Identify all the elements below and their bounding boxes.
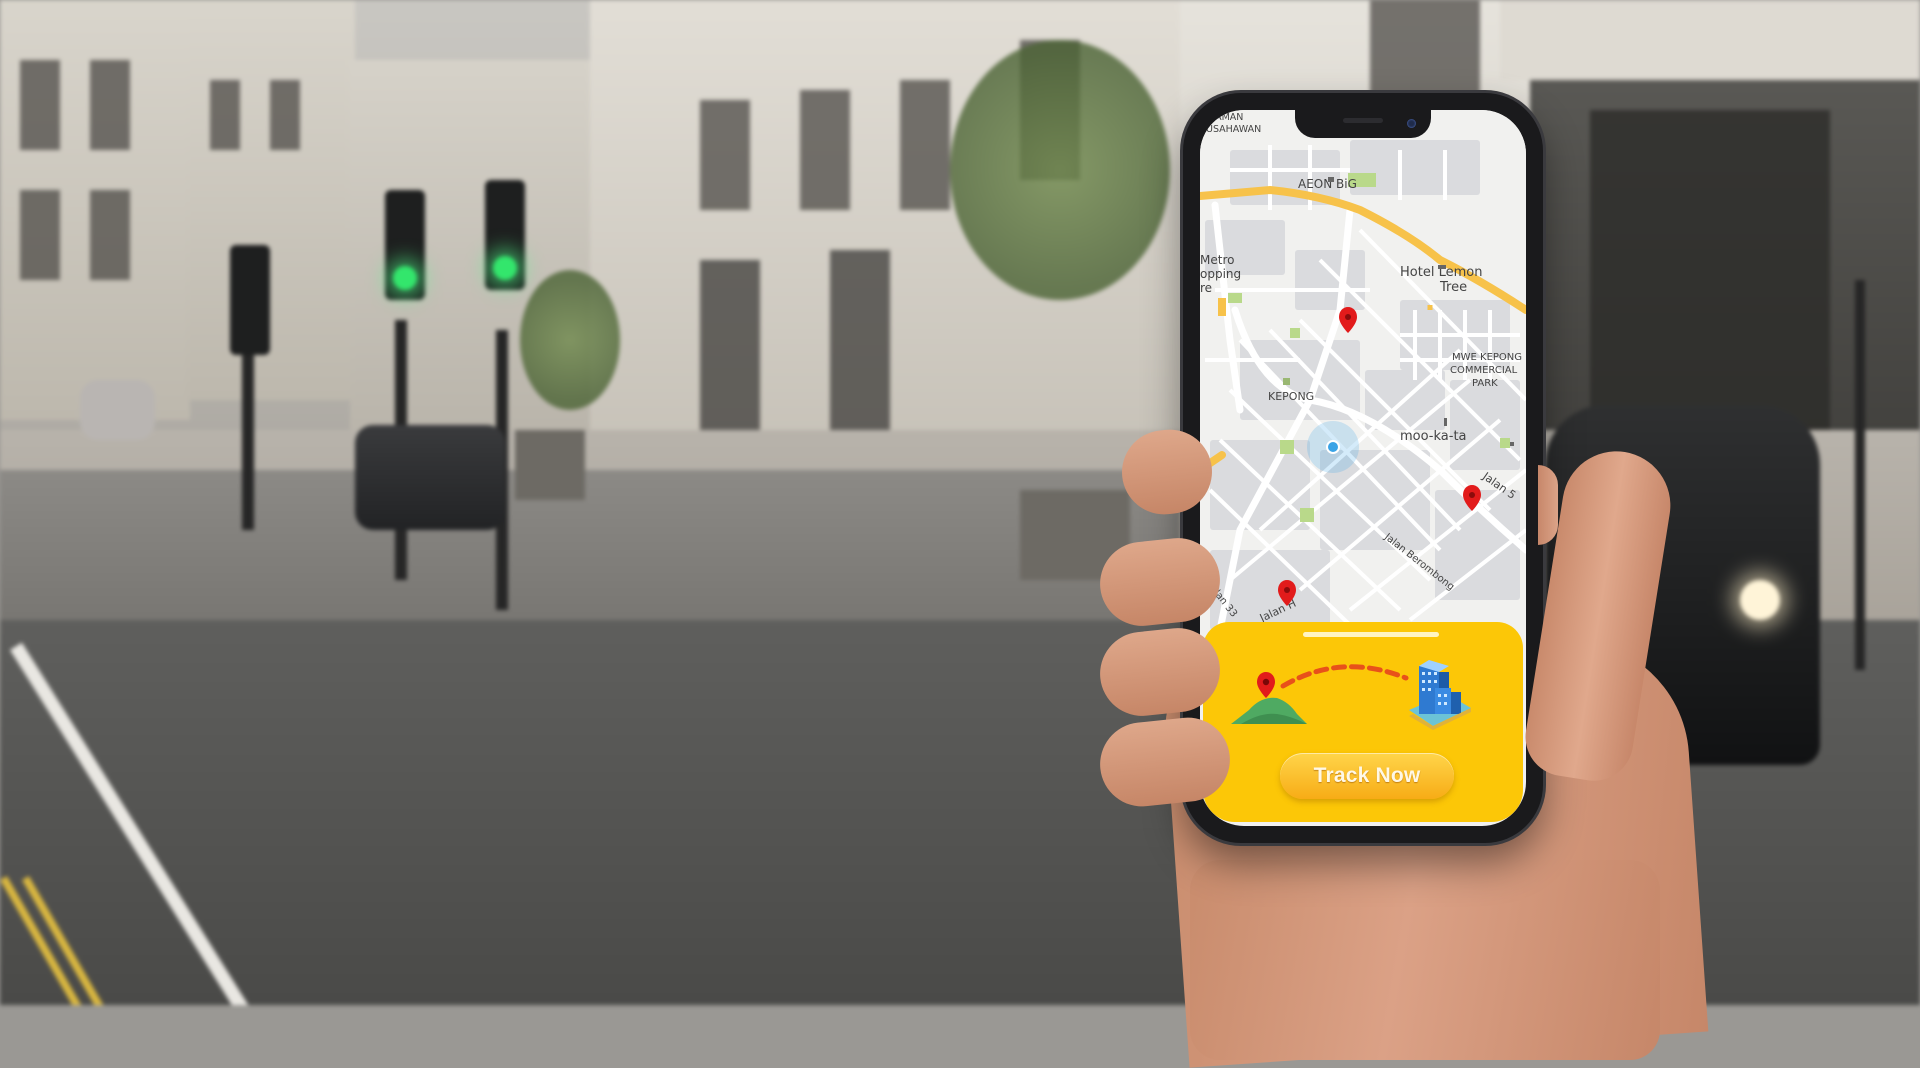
smartphone: TAMAN USAHAWAN AEON BiG Metro opping re … xyxy=(1183,93,1543,843)
park-icon xyxy=(1283,378,1290,385)
poi-dot-icon xyxy=(1510,442,1514,446)
restaurant-icon xyxy=(1444,418,1447,426)
camera-icon xyxy=(1407,119,1416,128)
phone-notch xyxy=(1295,110,1431,138)
building-icon xyxy=(1409,660,1471,730)
map-label-usahawan: USAHAWAN xyxy=(1206,124,1261,135)
route-illustration xyxy=(1231,660,1471,730)
map-label-commercial: COMMERCIAL xyxy=(1450,365,1518,376)
thumb-tip xyxy=(1538,465,1558,545)
phone-screen: TAMAN USAHAWAN AEON BiG Metro opping re … xyxy=(1200,110,1526,826)
map-label-shopping: opping xyxy=(1200,267,1241,281)
track-now-button[interactable]: Track Now xyxy=(1280,753,1454,799)
map-label-centre: re xyxy=(1200,281,1212,295)
track-bottom-sheet: Track Now xyxy=(1203,622,1523,822)
map-label-park: PARK xyxy=(1472,378,1498,389)
map-label-tree: Tree xyxy=(1439,280,1467,295)
current-location-icon xyxy=(1307,421,1359,473)
map-label-mookata: moo-ka-ta xyxy=(1400,429,1467,444)
map-pin-icon xyxy=(1257,672,1275,698)
map-label-kepong: KEPONG xyxy=(1268,390,1314,403)
map-label-aeon-big: AEON BiG xyxy=(1298,177,1357,191)
hand-wrist xyxy=(1190,860,1660,1060)
map-label-taman: TAMAN xyxy=(1209,112,1243,123)
map-view[interactable]: TAMAN USAHAWAN AEON BiG Metro opping re … xyxy=(1200,110,1526,630)
sheet-drag-handle[interactable] xyxy=(1303,632,1439,637)
dashed-route-icon xyxy=(1280,664,1409,689)
shopping-icon xyxy=(1328,177,1334,182)
hotel-icon xyxy=(1438,265,1446,269)
map-label-mwe: MWE KEPONG xyxy=(1452,352,1522,363)
map-label-metro: Metro xyxy=(1200,253,1234,267)
